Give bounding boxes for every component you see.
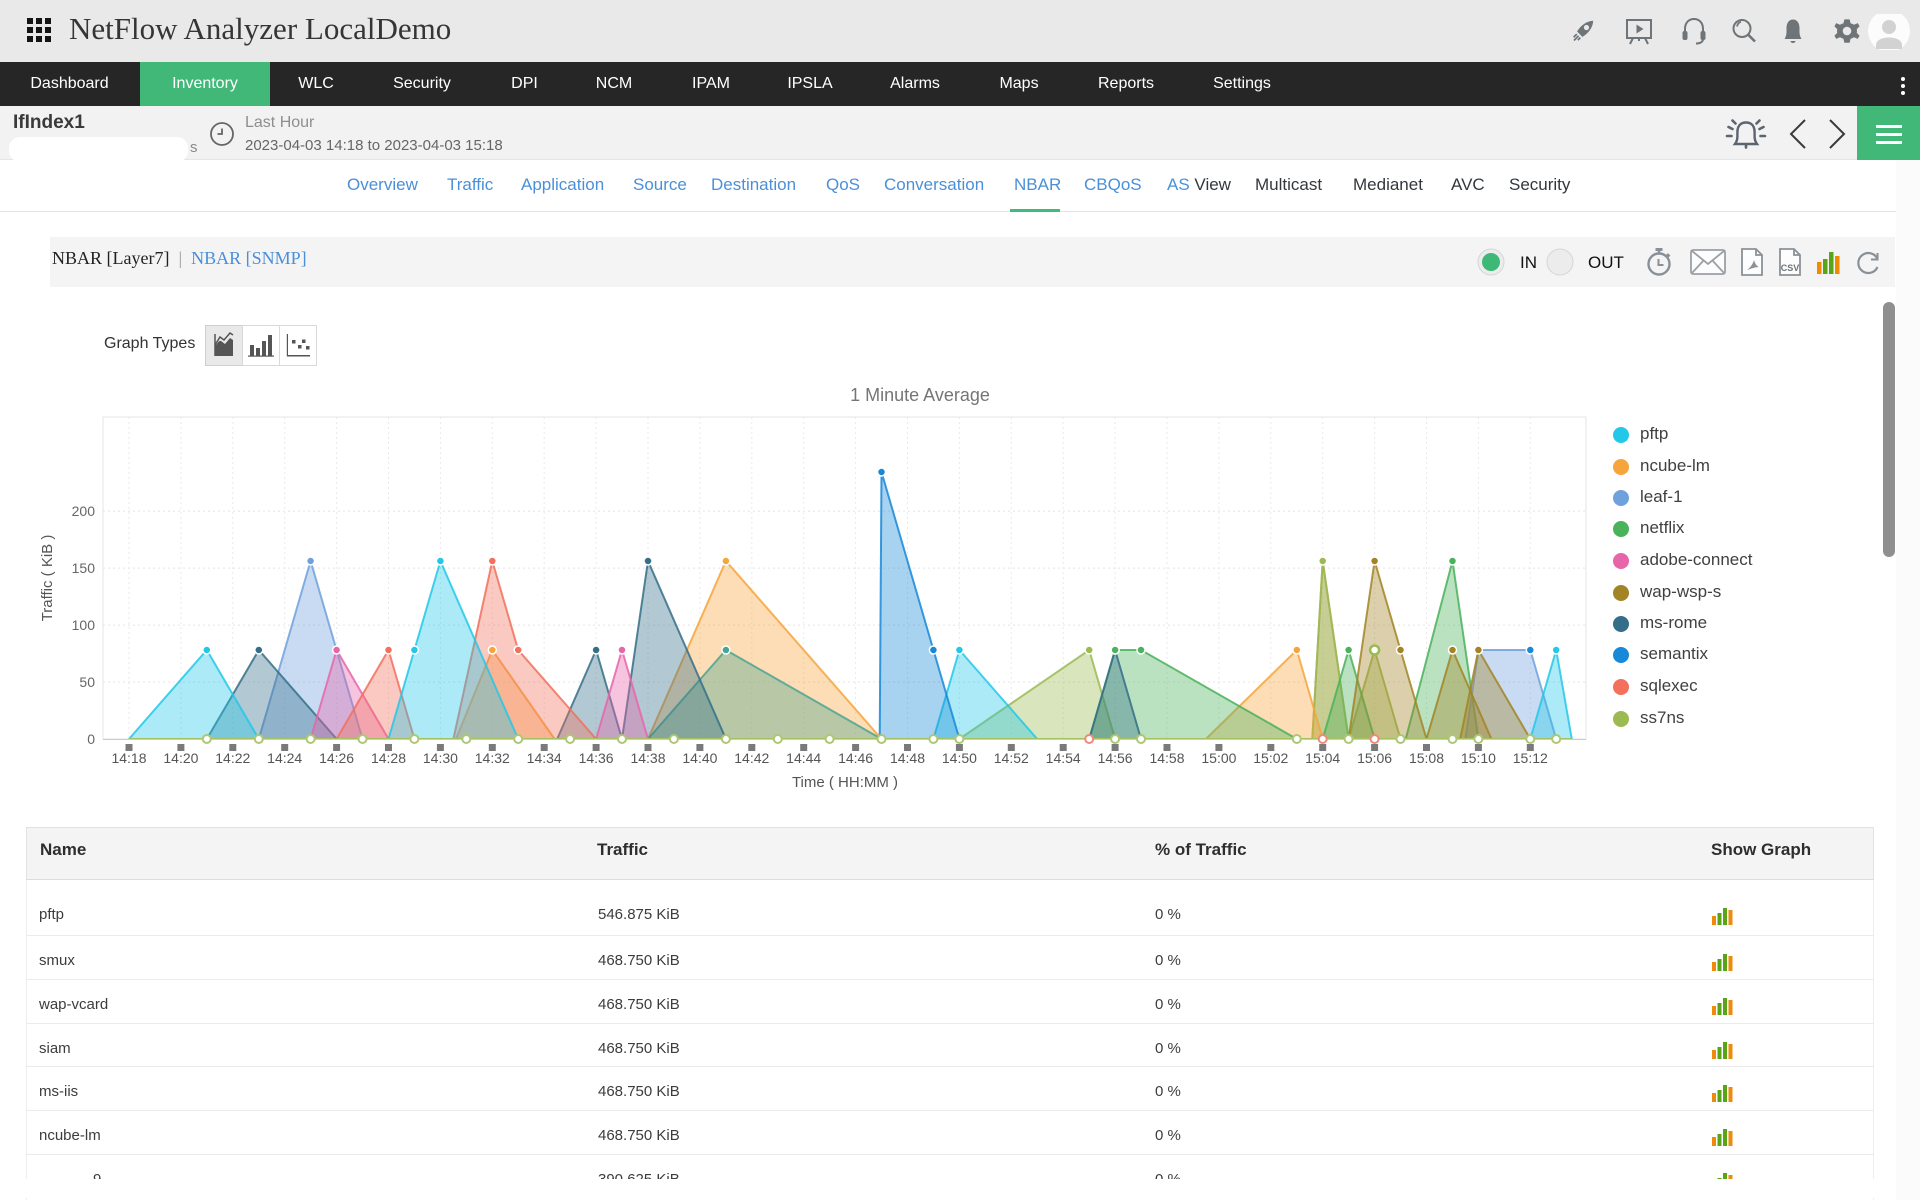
svg-text:14:44: 14:44: [786, 750, 821, 766]
svg-text:14:54: 14:54: [1046, 750, 1081, 766]
svg-text:15:04: 15:04: [1305, 750, 1340, 766]
svg-text:14:20: 14:20: [163, 750, 198, 766]
svg-text:14:22: 14:22: [215, 750, 250, 766]
svg-text:15:00: 15:00: [1201, 750, 1236, 766]
svg-text:14:32: 14:32: [475, 750, 510, 766]
svg-text:14:30: 14:30: [423, 750, 458, 766]
svg-text:14:40: 14:40: [682, 750, 717, 766]
svg-text:Traffic ( KiB ): Traffic ( KiB ): [39, 535, 56, 622]
svg-text:14:48: 14:48: [890, 750, 925, 766]
svg-text:14:58: 14:58: [1149, 750, 1184, 766]
svg-text:14:56: 14:56: [1098, 750, 1133, 766]
svg-text:50: 50: [79, 674, 95, 690]
svg-text:14:36: 14:36: [579, 750, 614, 766]
svg-text:150: 150: [72, 560, 96, 576]
svg-text:14:38: 14:38: [630, 750, 665, 766]
svg-text:14:34: 14:34: [527, 750, 562, 766]
svg-text:200: 200: [72, 503, 96, 519]
svg-text:14:28: 14:28: [371, 750, 406, 766]
svg-text:Time ( HH:MM ): Time ( HH:MM ): [792, 774, 898, 791]
svg-text:CSV: CSV: [1781, 263, 1800, 273]
svg-text:14:26: 14:26: [319, 750, 354, 766]
svg-text:14:52: 14:52: [994, 750, 1029, 766]
svg-text:14:18: 14:18: [111, 750, 146, 766]
svg-text:14:46: 14:46: [838, 750, 873, 766]
svg-text:14:42: 14:42: [734, 750, 769, 766]
svg-text:15:10: 15:10: [1461, 750, 1496, 766]
svg-text:0: 0: [87, 731, 95, 747]
svg-text:14:50: 14:50: [942, 750, 977, 766]
svg-text:100: 100: [72, 617, 96, 633]
svg-text:15:02: 15:02: [1253, 750, 1288, 766]
svg-text:14:24: 14:24: [267, 750, 302, 766]
svg-text:15:08: 15:08: [1409, 750, 1444, 766]
svg-text:15:12: 15:12: [1513, 750, 1548, 766]
svg-text:15:06: 15:06: [1357, 750, 1392, 766]
